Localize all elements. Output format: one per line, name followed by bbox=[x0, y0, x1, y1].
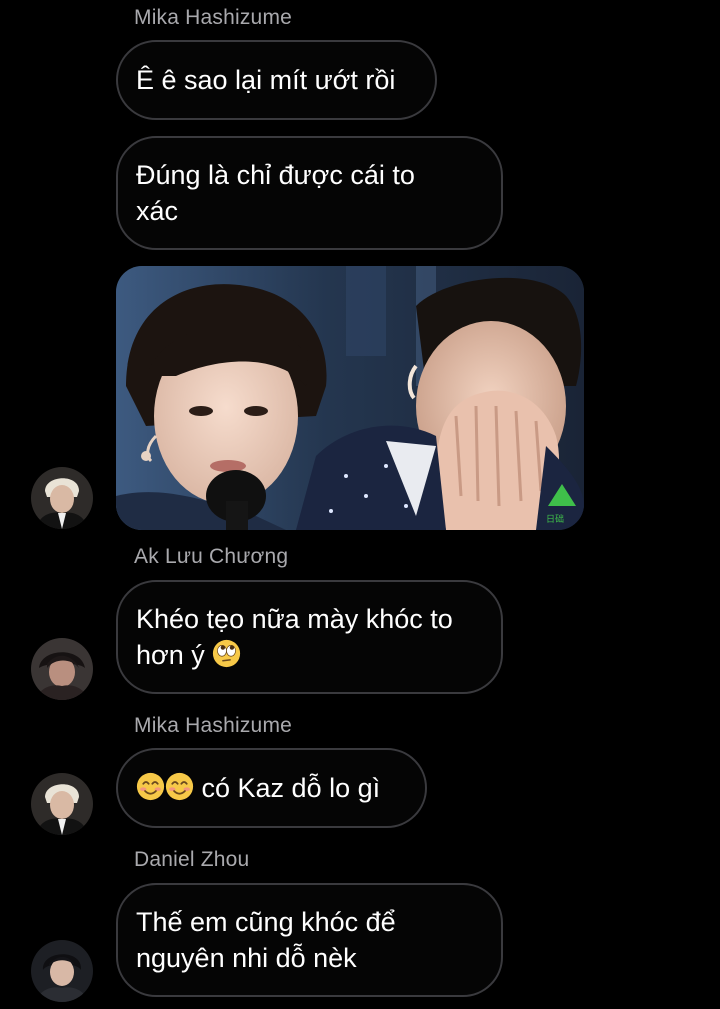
avatar-image bbox=[31, 467, 93, 529]
sender-name: Daniel Zhou bbox=[134, 848, 250, 871]
message-text: Khéo tẹo nữa mày khóc to hơn ý bbox=[136, 601, 453, 673]
message-line: xác bbox=[136, 196, 179, 226]
message-text: có Kaz dỗ lo gì bbox=[136, 770, 380, 806]
photo-image: 日础 bbox=[116, 266, 584, 530]
photo-message[interactable]: 日础 bbox=[116, 266, 584, 530]
message-bubble[interactable]: Thế em cũng khóc để nguyên nhi dỗ nèk bbox=[116, 883, 503, 997]
avatar[interactable] bbox=[31, 773, 93, 835]
avatar-image bbox=[31, 773, 93, 835]
message-line: có Kaz dỗ lo gì bbox=[201, 773, 381, 803]
sender-name: Mika Hashizume bbox=[134, 714, 293, 737]
message-bubble[interactable]: có Kaz dỗ lo gì bbox=[116, 748, 427, 828]
message-line: Thế em cũng khóc để bbox=[136, 907, 396, 937]
avatar-image bbox=[31, 940, 93, 1002]
message-line: Khéo tẹo nữa mày khóc to bbox=[136, 604, 453, 634]
avatar[interactable] bbox=[31, 467, 93, 529]
message-bubble[interactable]: Khéo tẹo nữa mày khóc to hơn ý bbox=[116, 580, 503, 694]
smiling-face-emoji-icon bbox=[136, 772, 165, 801]
message-text: Đúng là chỉ được cái to xác bbox=[136, 157, 415, 229]
avatar[interactable] bbox=[31, 940, 93, 1002]
watermark: 日础 bbox=[546, 513, 564, 525]
avatar-image bbox=[31, 638, 93, 700]
rolling-eyes-emoji-icon bbox=[213, 639, 241, 668]
avatar[interactable] bbox=[31, 638, 93, 700]
message-line: nguyên nhi dỗ nèk bbox=[136, 943, 357, 973]
message-bubble[interactable]: Đúng là chỉ được cái to xác bbox=[116, 136, 503, 250]
message-line: Đúng là chỉ được cái to bbox=[136, 160, 415, 190]
message-line: hơn ý bbox=[136, 640, 205, 670]
smiling-face-emoji-icon bbox=[165, 772, 194, 801]
sender-name: Ak Lưu Chương bbox=[134, 545, 289, 568]
message-text: Ê ê sao lại mít ướt rồi bbox=[136, 65, 396, 95]
message-bubble[interactable]: Ê ê sao lại mít ướt rồi bbox=[116, 40, 437, 120]
message-text: Thế em cũng khóc để nguyên nhi dỗ nèk bbox=[136, 904, 396, 976]
sender-name: Mika Hashizume bbox=[134, 6, 293, 29]
